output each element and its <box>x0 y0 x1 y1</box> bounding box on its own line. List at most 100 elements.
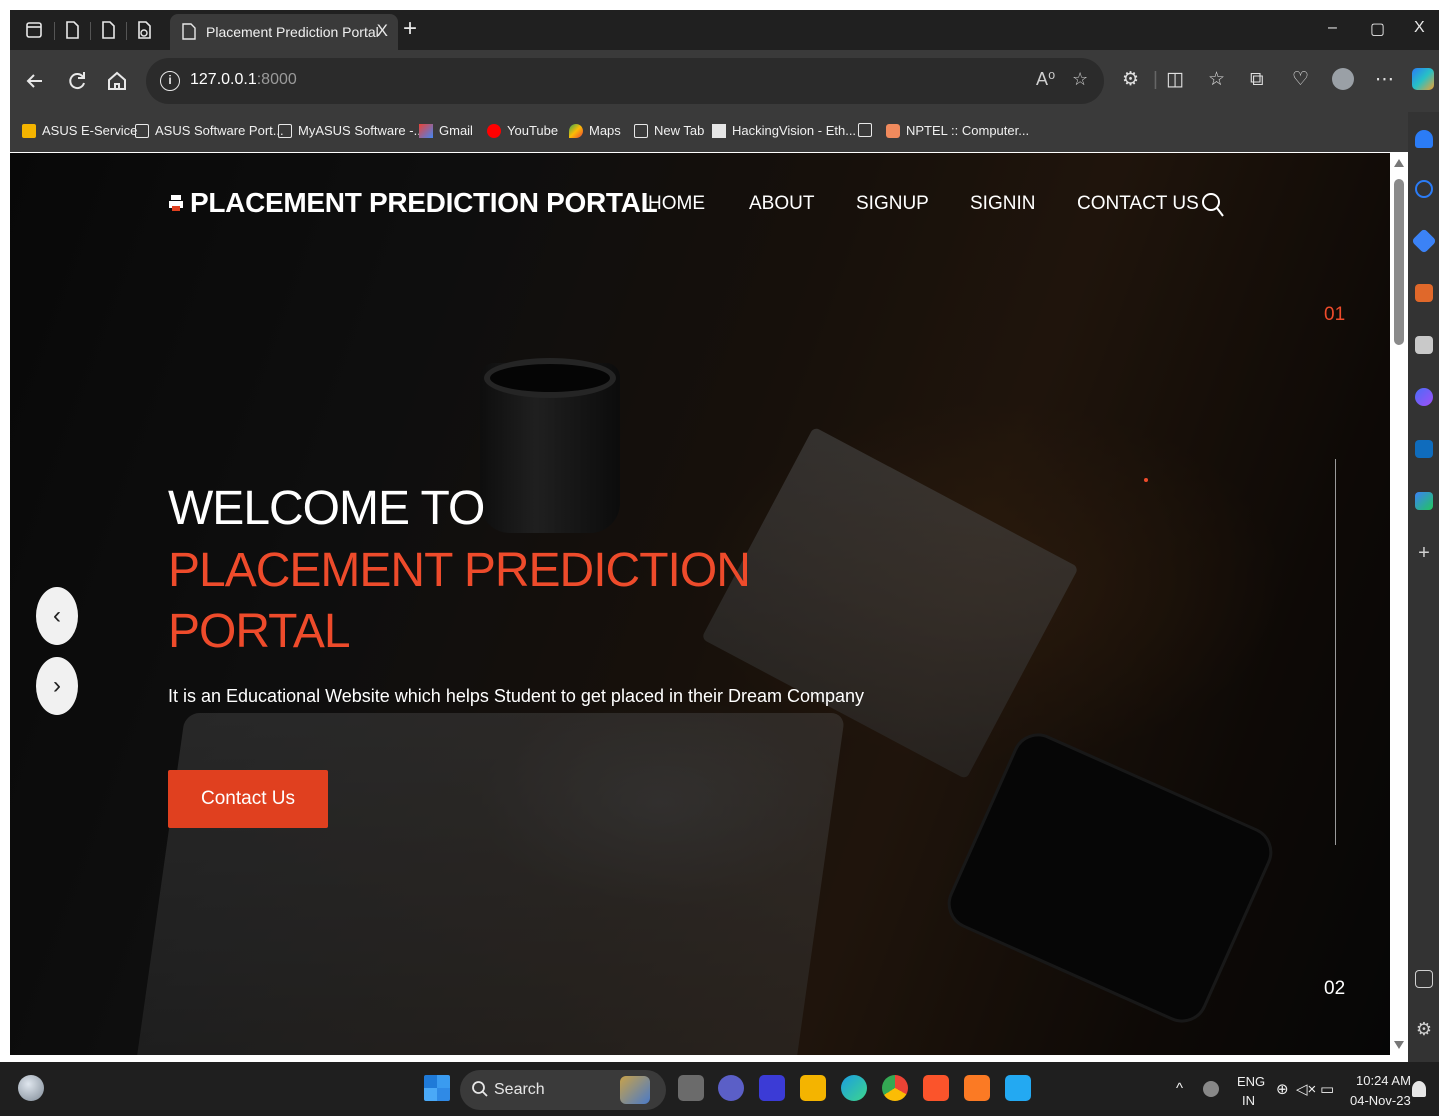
chrome-icon[interactable] <box>882 1075 908 1101</box>
page-icon <box>858 123 872 137</box>
bookmark-label: YouTube <box>507 123 559 138</box>
separator <box>90 22 91 40</box>
pinned-tab-muted-page-icon[interactable] <box>134 20 154 40</box>
windows-start-icon[interactable] <box>424 1075 450 1101</box>
nav-about[interactable]: ABOUT <box>749 193 814 215</box>
volume-muted-icon[interactable]: ◁× <box>1296 1080 1316 1098</box>
scrollbar-thumb[interactable] <box>1394 179 1404 345</box>
search-highlight-icon <box>620 1076 650 1104</box>
scroll-down-arrow-icon[interactable] <box>1394 1041 1404 1049</box>
search-glyph-icon <box>472 1081 488 1097</box>
bookmark-label: Gmail <box>439 123 473 138</box>
tab-placement-prediction-portal[interactable]: Placement Prediction Portal X <box>170 14 398 50</box>
tray-chevron-icon[interactable]: ^ <box>1176 1080 1183 1097</box>
tag-icon[interactable] <box>1411 228 1437 254</box>
maximize-button[interactable]: ▢ <box>1370 19 1385 39</box>
home-icon[interactable] <box>104 68 130 94</box>
refresh-icon[interactable] <box>64 68 90 94</box>
bookmark-item[interactable]: MyASUS Software -... <box>278 123 424 138</box>
tab-title: Placement Prediction Portal <box>206 24 379 40</box>
search-sidebar-icon[interactable] <box>1415 180 1433 198</box>
language-label[interactable]: ENG <box>1237 1074 1265 1089</box>
pinned-tab-page-icon[interactable] <box>98 20 118 40</box>
copilot-sidebar-icon[interactable] <box>1415 388 1433 406</box>
separator: | <box>1153 69 1158 90</box>
new-tab-button[interactable]: + <box>403 15 417 43</box>
copilot-icon[interactable] <box>1412 68 1434 90</box>
task-view-icon[interactable] <box>678 1075 704 1101</box>
bookmark-item[interactable]: ASUS Software Port... <box>135 123 284 138</box>
nav-home[interactable]: HOME <box>648 193 705 215</box>
extensions-icon[interactable]: ⚙ <box>1122 68 1139 92</box>
slide-indicator-dot <box>1144 478 1148 482</box>
nav-contact-us[interactable]: CONTACT US <box>1077 193 1199 215</box>
games-icon[interactable] <box>1415 336 1433 354</box>
taskbar-search-label: Search <box>494 1081 545 1098</box>
edge-icon[interactable] <box>841 1075 867 1101</box>
nav-signin[interactable]: SIGNIN <box>970 193 1035 215</box>
bookmark-item[interactable]: YouTube <box>487 123 558 138</box>
collections-icon[interactable]: ⧉ <box>1250 68 1264 92</box>
nav-signup[interactable]: SIGNUP <box>856 193 929 215</box>
file-explorer-icon[interactable] <box>800 1075 826 1101</box>
region-label[interactable]: IN <box>1242 1093 1255 1108</box>
close-tab-icon[interactable]: X <box>377 21 388 41</box>
bookmark-item[interactable]: NPTEL :: Computer... <box>886 123 1029 138</box>
search-icon[interactable] <box>1200 191 1226 219</box>
slider-next-button[interactable]: › <box>36 657 78 715</box>
tray-app-icon[interactable] <box>1203 1081 1219 1097</box>
taskbar-search[interactable]: Search <box>460 1070 666 1110</box>
settings-gear-icon[interactable]: ⚙ <box>1415 1020 1433 1038</box>
bookmark-item[interactable]: Gmail <box>419 123 473 138</box>
clock-time[interactable]: 10:24 AM <box>1356 1073 1411 1088</box>
xampp-icon[interactable] <box>964 1075 990 1101</box>
clock-date[interactable]: 04-Nov-23 <box>1350 1093 1411 1108</box>
bookmark-item[interactable]: ASUS E-Service <box>22 123 137 138</box>
vscode-icon[interactable] <box>1005 1075 1031 1101</box>
favorites-icon[interactable]: ☆ <box>1208 68 1225 92</box>
bookmark-label: Maps <box>589 123 621 138</box>
url-host: 127.0.0.1 <box>190 71 257 88</box>
battery-icon[interactable]: ▭ <box>1320 1080 1334 1098</box>
bookmark-item[interactable]: Maps <box>569 123 621 138</box>
site-icon <box>712 123 726 138</box>
minimize-button[interactable]: – <box>1328 19 1337 37</box>
scroll-up-arrow-icon[interactable] <box>1394 159 1404 167</box>
bookmark-item[interactable] <box>858 123 872 137</box>
notification-bell-icon[interactable] <box>1415 130 1433 148</box>
maps-icon <box>569 123 583 138</box>
back-icon[interactable] <box>22 68 48 94</box>
sidebar-toggle-icon[interactable] <box>1415 970 1433 988</box>
chat-icon[interactable] <box>718 1075 744 1101</box>
browser-essentials-icon[interactable]: ♡ <box>1292 68 1309 92</box>
outlook-icon[interactable] <box>1415 440 1433 458</box>
more-options-icon[interactable]: ⋯ <box>1375 68 1394 92</box>
slide-number-next[interactable]: 02 <box>1324 978 1345 1000</box>
read-aloud-icon[interactable]: A⁰ <box>1036 69 1055 90</box>
add-sidebar-icon[interactable]: + <box>1415 543 1433 563</box>
tools-briefcase-icon[interactable] <box>1415 284 1433 302</box>
profile-avatar-icon[interactable] <box>1332 68 1354 90</box>
notification-icon[interactable] <box>1412 1081 1426 1097</box>
contact-us-button[interactable]: Contact Us <box>168 770 328 828</box>
site-logo[interactable]: PLACEMENT PREDICTION PORTAL <box>168 187 658 219</box>
weather-icon[interactable] <box>18 1075 44 1101</box>
close-window-button[interactable]: X <box>1414 19 1425 37</box>
site-info-icon[interactable]: i <box>160 71 180 91</box>
app-icon[interactable] <box>759 1075 785 1101</box>
page-scrollbar[interactable] <box>1390 153 1408 1055</box>
split-screen-icon[interactable]: ◫ <box>1166 68 1184 92</box>
address-input[interactable]: i 127.0.0.1:8000 A⁰ ☆ <box>146 58 1104 104</box>
slider-prev-button[interactable]: ‹ <box>36 587 78 645</box>
pinned-tab-page-icon[interactable] <box>62 20 82 40</box>
youtube-icon <box>487 123 501 138</box>
workspaces-icon[interactable] <box>24 20 44 40</box>
favorite-star-icon[interactable]: ☆ <box>1072 69 1088 90</box>
network-icon[interactable]: ⊕ <box>1276 1080 1289 1098</box>
bookmark-item[interactable]: New Tab <box>634 123 704 138</box>
brave-icon[interactable] <box>923 1075 949 1101</box>
bookmark-item[interactable]: HackingVision - Eth... <box>712 123 856 138</box>
send-icon[interactable] <box>1415 492 1433 510</box>
slide-number-current[interactable]: 01 <box>1324 304 1345 326</box>
bookmark-label: ASUS Software Port... <box>155 123 284 138</box>
